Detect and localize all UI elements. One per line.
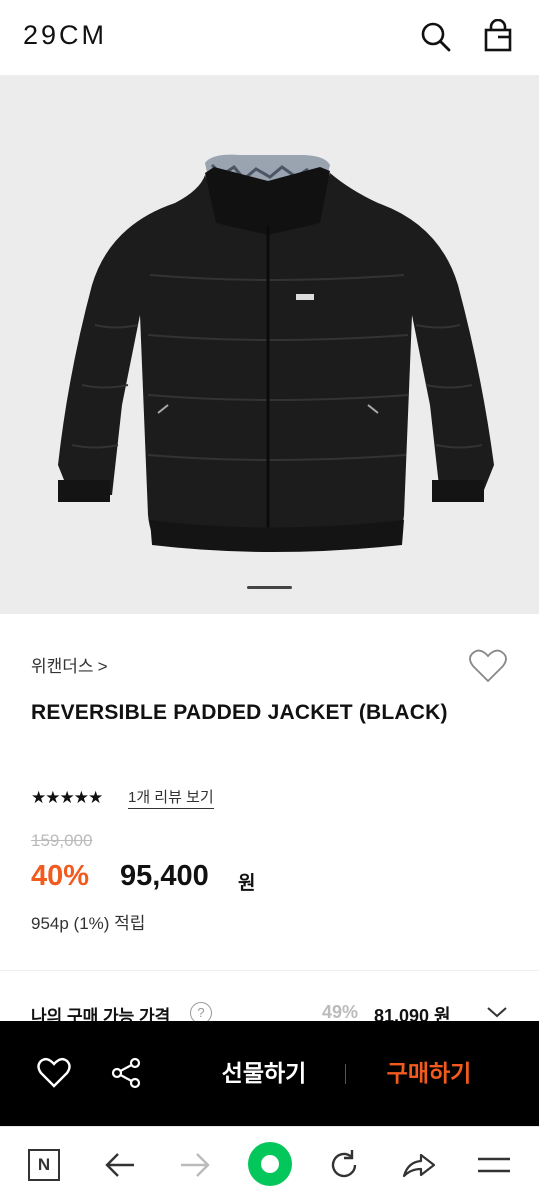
- shopping-bag-icon[interactable]: [481, 18, 515, 53]
- heart-icon[interactable]: [468, 648, 508, 684]
- product-image: [58, 154, 494, 552]
- product-title: REVERSIBLE PADDED JACKET (BLACK): [31, 701, 448, 724]
- share-icon[interactable]: [108, 1055, 144, 1091]
- my-purchase-discount: 49%: [322, 1002, 359, 1022]
- my-purchase-price: 81,090 원: [374, 1006, 451, 1022]
- action-separator: [345, 1064, 346, 1084]
- logo[interactable]: 29CM: [23, 20, 107, 51]
- app-header: 29CM: [0, 0, 539, 75]
- heart-icon[interactable]: [36, 1056, 72, 1090]
- chevron-down-icon[interactable]: [485, 1004, 509, 1022]
- menu-icon[interactable]: [474, 1145, 514, 1185]
- review-link[interactable]: 1개 리뷰 보기: [128, 786, 214, 809]
- help-icon[interactable]: ?: [190, 1002, 212, 1022]
- my-purchase-price-row[interactable]: 나의 구매 가능 가격 ? 49% 81,090 원: [0, 990, 539, 1022]
- refresh-icon[interactable]: [324, 1145, 364, 1185]
- discount-rate: 40%: [31, 860, 90, 892]
- back-arrow-icon[interactable]: [100, 1145, 140, 1185]
- rating-stars-icon: ★★★★★: [31, 788, 103, 807]
- chevron-right-icon: >: [97, 657, 108, 676]
- brand-link[interactable]: 위캔더스 >: [31, 652, 108, 677]
- points-info: 954p (1%) 적립: [31, 914, 146, 933]
- home-icon[interactable]: [248, 1142, 292, 1186]
- gallery-page-indicator: [247, 586, 292, 589]
- browser-nav-bar: N: [0, 1126, 539, 1200]
- product-image-gallery[interactable]: [0, 75, 539, 614]
- my-purchase-label: 나의 구매 가능 가격: [31, 1007, 171, 1022]
- purchase-action-bar: 선물하기 구매하기: [0, 1021, 539, 1126]
- forward-arrow-icon[interactable]: [175, 1145, 215, 1185]
- search-icon[interactable]: [418, 19, 452, 53]
- buy-button[interactable]: 구매하기: [365, 1055, 493, 1091]
- naver-n-icon[interactable]: N: [28, 1149, 60, 1181]
- brand-name: 위캔더스: [31, 657, 94, 676]
- sale-price: 95,400: [120, 860, 209, 892]
- gift-button[interactable]: 선물하기: [200, 1055, 328, 1091]
- currency-label: 원: [238, 873, 256, 894]
- original-price: 159,000: [31, 831, 93, 850]
- share-arrow-icon[interactable]: [399, 1145, 439, 1185]
- section-divider: [0, 970, 539, 971]
